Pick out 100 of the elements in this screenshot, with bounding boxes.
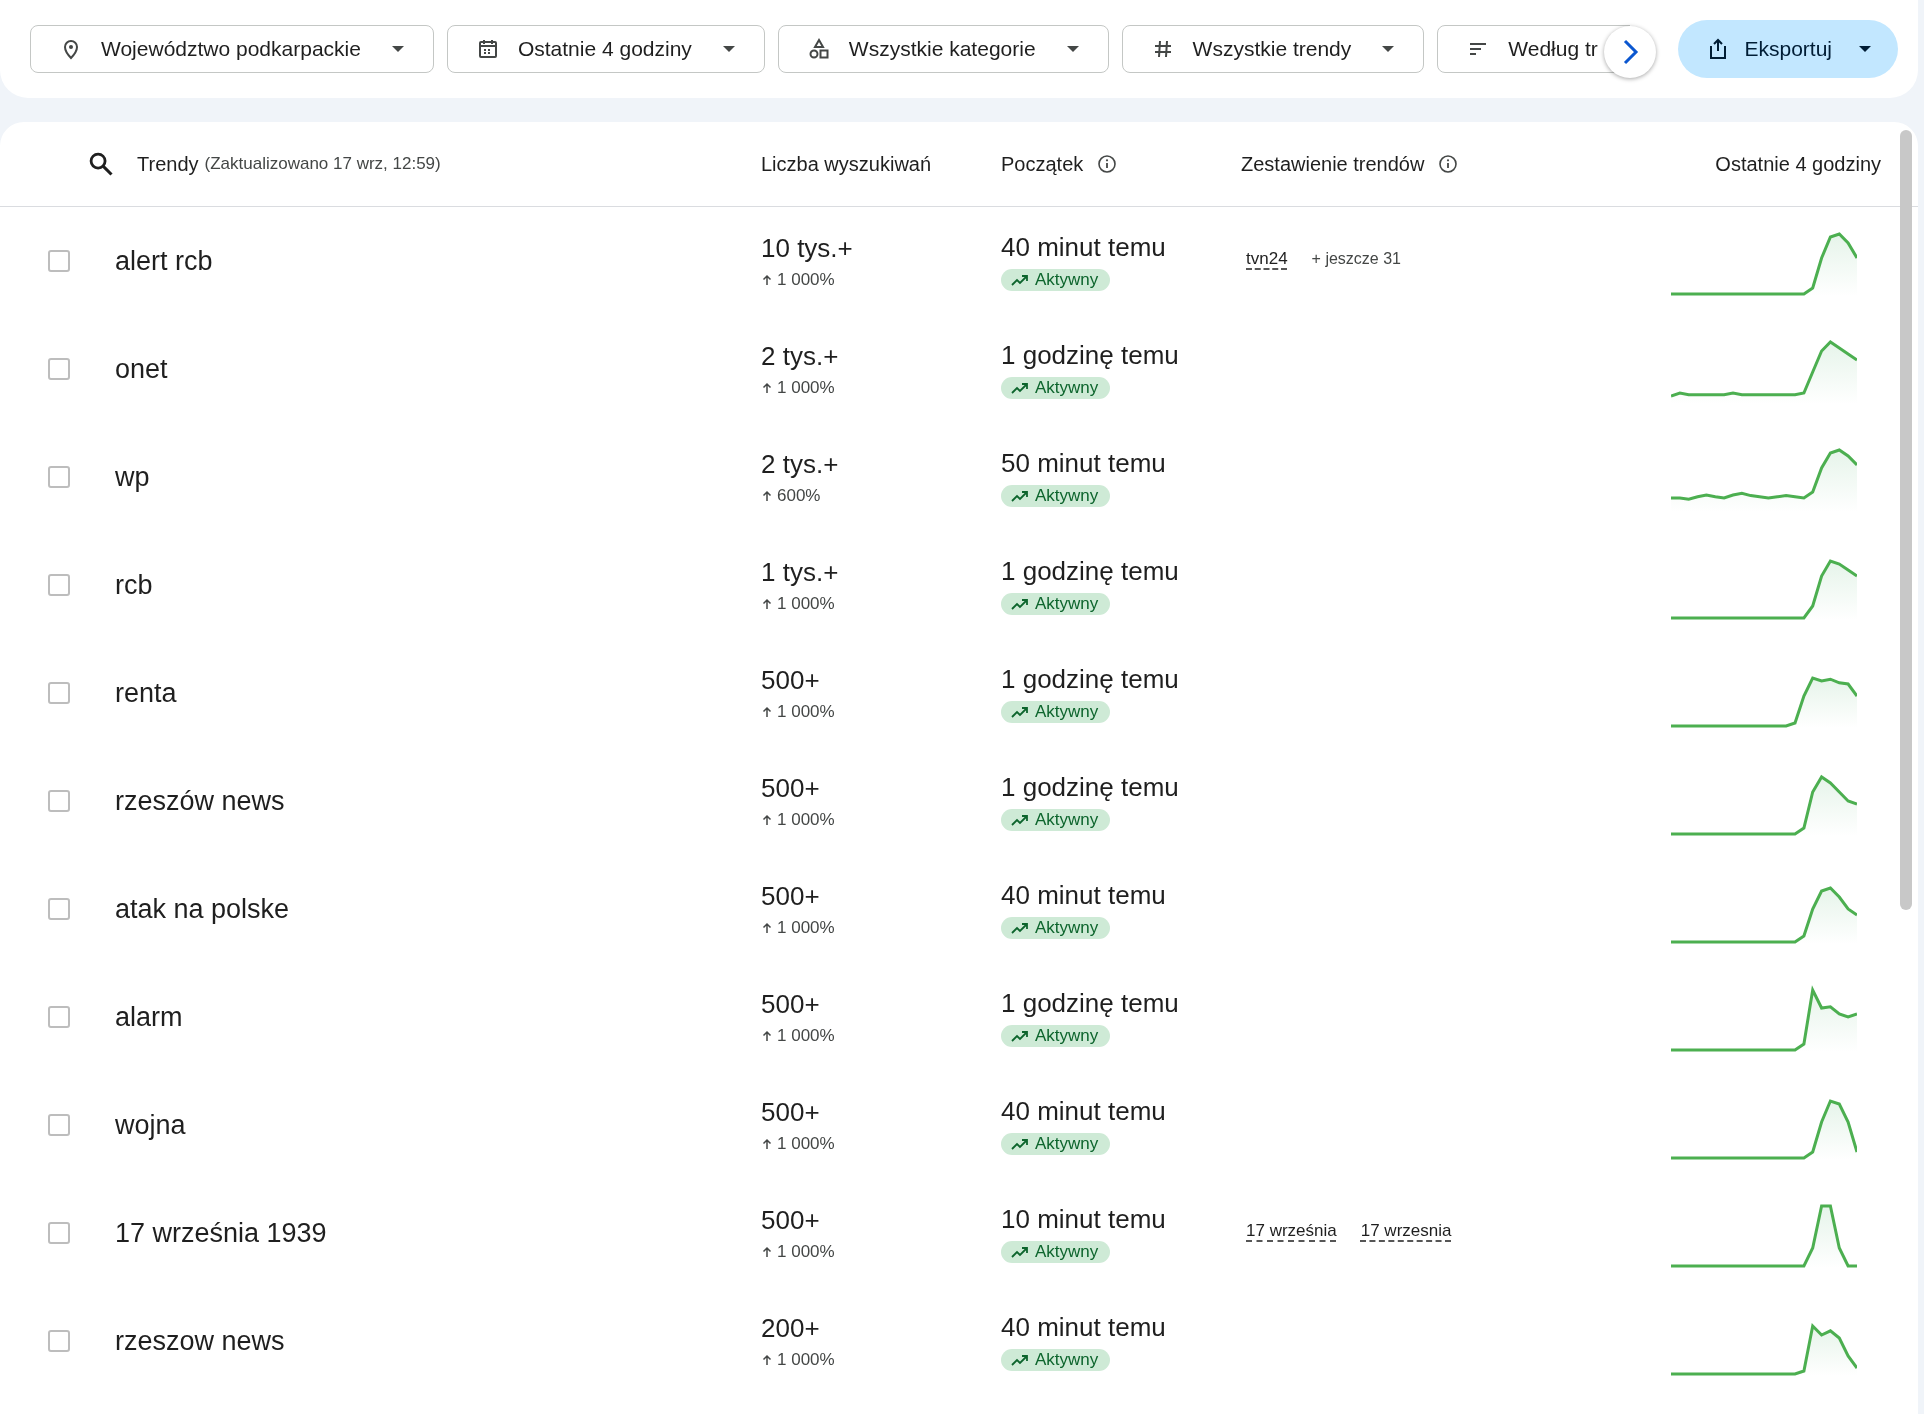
row-checkbox[interactable] [48, 1330, 70, 1352]
trend-term[interactable]: 17 września 1939 [115, 1217, 327, 1248]
scrollbar[interactable] [1900, 130, 1912, 910]
trend-term[interactable]: rzeszów news [115, 785, 285, 816]
start-time: 40 minut temu [1001, 879, 1166, 910]
column-header: Ostatnie 4 godziny [1715, 152, 1881, 176]
trend-term[interactable]: wp [115, 461, 150, 492]
status-label: Aktywny [1035, 593, 1099, 614]
more-queries-link[interactable]: + jeszcze 31 [1311, 250, 1401, 268]
row-checkbox[interactable] [48, 1222, 70, 1244]
trending-up-icon [1011, 489, 1029, 502]
row-checkbox[interactable] [48, 358, 70, 380]
growth-percent: 1 000% [777, 1349, 835, 1370]
growth-percent: 1 000% [777, 701, 835, 722]
growth-percent: 1 000% [777, 1241, 835, 1262]
start-time: 40 minut temu [1001, 231, 1166, 262]
trend-term[interactable]: atak na polske [115, 893, 290, 924]
arrow-up-icon [761, 381, 773, 394]
row-checkbox[interactable] [48, 1114, 70, 1136]
start-time: 1 godzinę temu [1001, 987, 1179, 1018]
filter-dropdown[interactable]: Wszystkie trendy [1121, 25, 1425, 73]
arrow-up-icon [761, 1029, 773, 1042]
row-checkbox[interactable] [48, 682, 70, 704]
trend-term[interactable]: alert rcb [115, 245, 213, 276]
arrow-up-icon [761, 597, 773, 610]
trend-term[interactable]: onet [115, 353, 168, 384]
growth-percent: 1 000% [777, 377, 835, 398]
search-volume: 2 tys.+ [761, 448, 839, 479]
arrow-up-icon [761, 1353, 773, 1366]
trending-up-icon [1011, 597, 1029, 610]
search-volume: 200+ [761, 1312, 820, 1343]
start-time: 50 minut temu [1001, 447, 1166, 478]
search-icon[interactable] [87, 150, 115, 178]
growth-percent: 1 000% [777, 1025, 835, 1046]
growth-percent: 1 000% [777, 269, 835, 290]
search-volume: 500+ [761, 880, 820, 911]
start-time: 10 minut temu [1001, 1203, 1166, 1234]
trending-up-icon [1011, 381, 1029, 394]
status-label: Aktywny [1035, 1133, 1099, 1154]
arrow-up-icon [761, 813, 773, 826]
status-label: Aktywny [1035, 377, 1099, 398]
search-volume: 500+ [761, 1096, 820, 1127]
search-volume: 500+ [761, 988, 820, 1019]
row-checkbox[interactable] [48, 898, 70, 920]
row-checkbox[interactable] [48, 1006, 70, 1028]
search-volume: 2 tys.+ [761, 340, 839, 371]
status-label: Aktywny [1035, 269, 1099, 290]
scroll-right-button[interactable] [1604, 26, 1656, 78]
column-header: Liczba wyszukiwań [761, 152, 932, 176]
dropdown-caret-icon [1381, 45, 1396, 53]
trend-term[interactable]: alarm [115, 1001, 183, 1032]
trend-term[interactable]: wojna [115, 1109, 186, 1140]
row-checkbox[interactable] [48, 790, 70, 812]
start-time: 1 godzinę temu [1001, 555, 1179, 586]
info-icon[interactable] [1097, 154, 1118, 174]
row-checkbox[interactable] [48, 250, 70, 272]
related-query-link[interactable]: 17 września [1246, 1221, 1337, 1241]
search-volume: 1 tys.+ [761, 556, 839, 587]
info-icon[interactable] [1438, 154, 1459, 174]
status-label: Aktywny [1035, 809, 1099, 830]
trending-up-icon [1011, 1137, 1029, 1150]
growth-percent: 1 000% [777, 593, 835, 614]
start-time: 1 godzinę temu [1001, 663, 1179, 694]
trend-term[interactable]: rzeszow news [115, 1325, 285, 1356]
filter-dropdown[interactable]: Wszystkie kategorie [777, 25, 1109, 73]
row-checkbox[interactable] [48, 466, 70, 488]
trending-up-icon [1011, 921, 1029, 934]
trending-up-icon [1011, 1029, 1029, 1042]
dropdown-caret-icon [1858, 45, 1872, 53]
status-label: Aktywny [1035, 701, 1099, 722]
arrow-up-icon [761, 273, 773, 286]
search-volume: 500+ [761, 664, 820, 695]
status-label: Aktywny [1035, 485, 1099, 506]
column-header: Zestawienie trendów [1241, 152, 1425, 176]
trending-up-icon [1011, 705, 1029, 718]
search-volume: 10 tys.+ [761, 232, 853, 263]
arrow-up-icon [761, 489, 773, 502]
related-query-link[interactable]: 17 wrzesnia [1360, 1221, 1452, 1241]
dropdown-caret-icon [1065, 45, 1080, 53]
trend-term[interactable]: rcb [115, 569, 153, 600]
status-label: Aktywny [1035, 1025, 1099, 1046]
arrow-up-icon [761, 921, 773, 934]
related-query-link[interactable]: tvn24 [1246, 249, 1288, 269]
search-volume: 500+ [761, 1204, 820, 1235]
filter-dropdown[interactable]: Ostatnie 4 godziny [446, 25, 765, 73]
export-button[interactable]: Eksportuj [1678, 20, 1898, 78]
arrow-up-icon [761, 1245, 773, 1258]
column-header: Początek [1001, 152, 1084, 176]
filter-dropdown[interactable]: Województwo podkarpackie [30, 25, 434, 73]
trending-up-icon [1011, 813, 1029, 826]
growth-percent: 1 000% [777, 917, 835, 938]
row-checkbox[interactable] [48, 574, 70, 596]
dropdown-caret-icon [721, 45, 736, 53]
trending-up-icon [1011, 1245, 1029, 1258]
growth-percent: 1 000% [777, 809, 835, 830]
trend-term[interactable]: renta [115, 677, 177, 708]
start-time: 40 minut temu [1001, 1095, 1166, 1126]
growth-percent: 1 000% [777, 1133, 835, 1154]
trending-up-icon [1011, 273, 1029, 286]
status-label: Aktywny [1035, 1241, 1099, 1262]
